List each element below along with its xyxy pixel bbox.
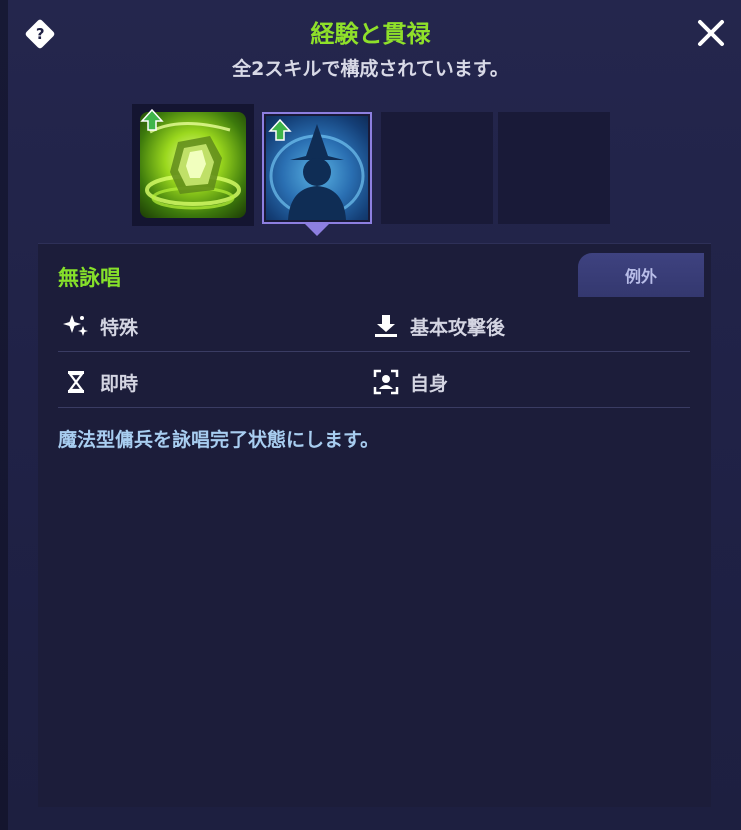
hourglass-icon: [62, 368, 90, 396]
skill-slot-3-empty: [381, 112, 493, 224]
selection-pointer: [305, 224, 329, 236]
skill-description: 魔法型傭兵を詠唱完了状態にします。: [58, 429, 380, 451]
skill-category-tag: 例外: [578, 253, 704, 297]
divider: [58, 351, 690, 352]
skill-timing-attribute: 基本攻撃後: [372, 304, 505, 348]
upgrade-arrow-icon: [140, 108, 164, 131]
target-person-icon: [372, 368, 400, 396]
upgrade-arrow-icon: [268, 118, 292, 141]
skill-target-attribute: 自身: [372, 360, 448, 404]
skill-slot-2[interactable]: [262, 112, 372, 224]
attribute-row-1: 特殊 基本攻撃後: [58, 304, 690, 348]
page-title: 経験と貫禄: [310, 20, 431, 48]
attribute-row-2: 即時 自身: [58, 360, 690, 404]
sparkle-icon: [62, 312, 90, 340]
divider: [58, 407, 690, 408]
skill-timing-label: 基本攻撃後: [410, 316, 506, 339]
skill-duration-label: 即時: [100, 372, 139, 395]
skill-duration-attribute: 即時: [62, 360, 138, 404]
skill-target-label: 自身: [410, 372, 449, 395]
skill-slot-1[interactable]: [132, 104, 254, 226]
download-icon: [372, 312, 400, 340]
page-subtitle: 全2スキルで構成されています。: [232, 58, 509, 80]
skill-name: 無詠唱: [58, 266, 121, 290]
skill-type-label: 特殊: [100, 316, 139, 339]
skill-slot-4-empty: [498, 112, 610, 224]
skill-type-attribute: 特殊: [62, 304, 138, 348]
